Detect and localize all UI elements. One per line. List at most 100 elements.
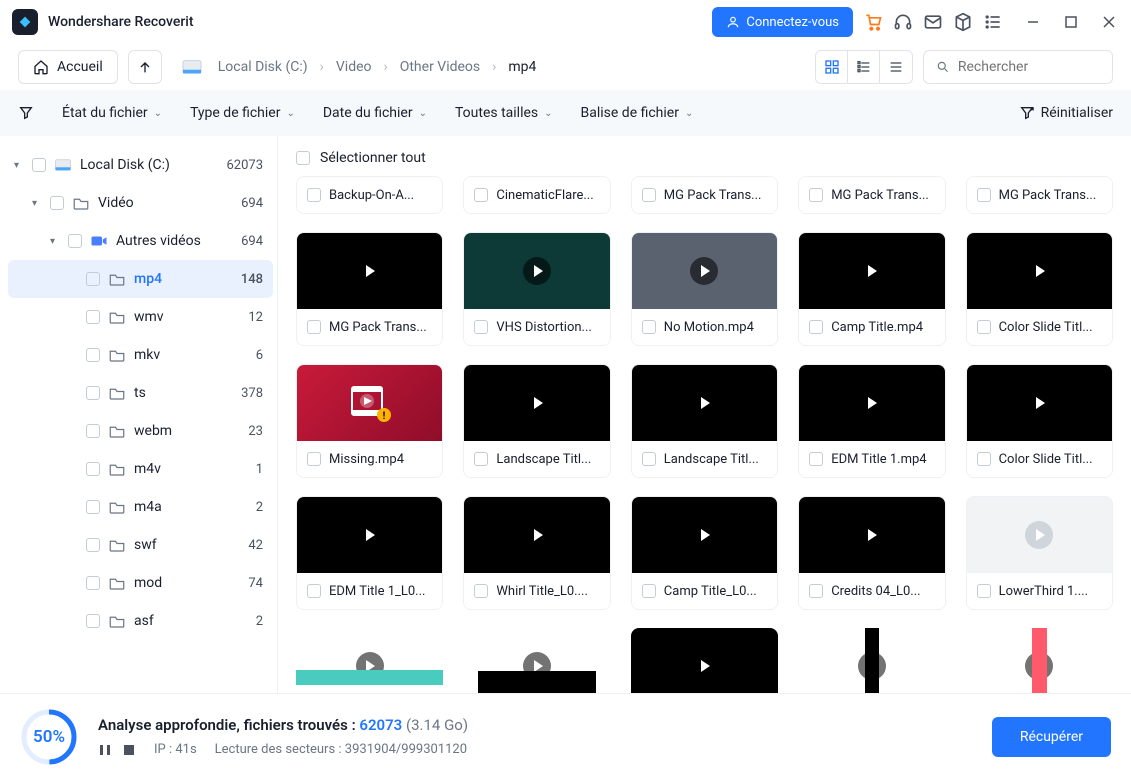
- file-item[interactable]: CinematicFlare...: [463, 176, 610, 214]
- file-item[interactable]: [798, 628, 945, 693]
- file-thumbnail[interactable]: [464, 233, 609, 309]
- play-icon[interactable]: [1025, 521, 1053, 549]
- file-item[interactable]: No Motion.mp4: [631, 232, 778, 346]
- file-thumbnail[interactable]: [631, 628, 778, 693]
- crumb-mp4[interactable]: mp4: [504, 59, 540, 75]
- file-checkbox[interactable]: [642, 452, 656, 466]
- file-item[interactable]: Camp Title.mp4: [798, 232, 945, 346]
- sidebar-item-mod[interactable]: mod74: [8, 564, 273, 602]
- file-item[interactable]: MG Pack Trans...: [296, 232, 443, 346]
- filter-all-sizes[interactable]: Toutes tailles⌄: [455, 105, 553, 121]
- tree-checkbox[interactable]: [68, 234, 82, 248]
- search-input[interactable]: [958, 59, 1100, 75]
- file-item[interactable]: Color Slide Titl...: [966, 364, 1113, 478]
- file-checkbox[interactable]: [642, 584, 656, 598]
- maximize-icon[interactable]: [1061, 12, 1081, 32]
- select-all[interactable]: Sélectionner tout: [296, 150, 1113, 166]
- file-thumbnail[interactable]: [967, 365, 1112, 441]
- file-item[interactable]: [296, 628, 443, 693]
- file-thumbnail[interactable]: [297, 497, 442, 573]
- file-item[interactable]: Backup-On-A...: [296, 176, 443, 214]
- sidebar-item-asf[interactable]: asf2: [8, 602, 273, 640]
- file-item[interactable]: Whirl Title_L0....: [463, 496, 610, 610]
- headset-icon[interactable]: [893, 12, 913, 32]
- tree-checkbox[interactable]: [86, 386, 100, 400]
- file-item[interactable]: MG Pack Trans...: [631, 176, 778, 214]
- tree-checkbox[interactable]: [86, 272, 100, 286]
- play-icon[interactable]: [356, 521, 384, 549]
- file-checkbox[interactable]: [977, 452, 991, 466]
- recover-button[interactable]: Récupérer: [992, 717, 1111, 757]
- sidebar-item-local-disk-c-[interactable]: ▾Local Disk (C:)62073: [8, 146, 273, 184]
- play-icon[interactable]: [690, 389, 718, 417]
- search-box[interactable]: [923, 50, 1113, 84]
- file-item[interactable]: Landscape Titl...: [631, 364, 778, 478]
- sidebar-item-vid-o[interactable]: ▾Vidéo694: [8, 184, 273, 222]
- file-checkbox[interactable]: [977, 320, 991, 334]
- stop-icon[interactable]: [122, 743, 136, 757]
- home-button[interactable]: Accueil: [18, 50, 118, 84]
- tree-checkbox[interactable]: [32, 158, 46, 172]
- file-thumbnail[interactable]: [798, 628, 945, 693]
- tree-checkbox[interactable]: [50, 196, 64, 210]
- file-thumbnail[interactable]: [464, 365, 609, 441]
- sidebar-item-wmv[interactable]: wmv12: [8, 298, 273, 336]
- sidebar-item-mkv[interactable]: mkv6: [8, 336, 273, 374]
- cart-icon[interactable]: [863, 12, 883, 32]
- file-thumbnail[interactable]: [966, 628, 1113, 693]
- file-thumbnail[interactable]: [297, 233, 442, 309]
- file-item[interactable]: [631, 628, 778, 693]
- select-all-checkbox[interactable]: [296, 151, 310, 165]
- file-item[interactable]: [966, 628, 1113, 693]
- file-thumbnail[interactable]: [799, 365, 944, 441]
- play-icon[interactable]: [858, 257, 886, 285]
- file-thumbnail[interactable]: [463, 628, 610, 693]
- file-checkbox[interactable]: [809, 584, 823, 598]
- crumb-disk[interactable]: Local Disk (C:): [214, 59, 312, 75]
- play-icon[interactable]: [523, 521, 551, 549]
- file-checkbox[interactable]: [307, 584, 321, 598]
- file-item[interactable]: Color Slide Titl...: [966, 232, 1113, 346]
- sidebar-item-autres-vid-os[interactable]: ▾Autres vidéos694: [8, 222, 273, 260]
- tree-checkbox[interactable]: [86, 576, 100, 590]
- connect-button[interactable]: Connectez-vous: [712, 7, 853, 37]
- file-checkbox[interactable]: [307, 188, 321, 202]
- close-icon[interactable]: [1099, 12, 1119, 32]
- play-icon[interactable]: [523, 389, 551, 417]
- file-checkbox[interactable]: [642, 188, 656, 202]
- file-checkbox[interactable]: [474, 320, 488, 334]
- play-icon[interactable]: [858, 521, 886, 549]
- tree-checkbox[interactable]: [86, 614, 100, 628]
- play-icon[interactable]: [356, 652, 384, 680]
- file-checkbox[interactable]: [977, 188, 991, 202]
- view-detail-icon[interactable]: [880, 51, 912, 83]
- pause-icon[interactable]: [98, 743, 112, 757]
- file-item[interactable]: MG Pack Trans...: [798, 176, 945, 214]
- sidebar-item-swf[interactable]: swf42: [8, 526, 273, 564]
- file-item[interactable]: EDM Title 1.mp4: [798, 364, 945, 478]
- sidebar-item-m4a[interactable]: m4a2: [8, 488, 273, 526]
- filter-file-tag[interactable]: Balise de fichier⌄: [581, 105, 694, 121]
- reset-button[interactable]: Réinitialiser: [1019, 105, 1113, 121]
- file-checkbox[interactable]: [474, 584, 488, 598]
- play-icon[interactable]: [523, 257, 551, 285]
- filter-file-date[interactable]: Date du fichier⌄: [323, 105, 427, 121]
- file-thumbnail[interactable]: [967, 497, 1112, 573]
- play-icon[interactable]: [1025, 652, 1053, 680]
- file-checkbox[interactable]: [642, 320, 656, 334]
- file-thumbnail[interactable]: [632, 233, 777, 309]
- play-icon[interactable]: [1025, 389, 1053, 417]
- file-thumbnail[interactable]: [632, 365, 777, 441]
- tree-checkbox[interactable]: [86, 500, 100, 514]
- play-icon[interactable]: [523, 652, 551, 680]
- sidebar-item-ts[interactable]: ts378: [8, 374, 273, 412]
- file-thumbnail[interactable]: [967, 233, 1112, 309]
- sidebar[interactable]: ▾Local Disk (C:)62073▾Vidéo694▾Autres vi…: [0, 136, 278, 693]
- file-thumbnail[interactable]: [799, 497, 944, 573]
- file-item[interactable]: !Missing.mp4: [296, 364, 443, 478]
- list-icon[interactable]: [983, 12, 1003, 32]
- file-checkbox[interactable]: [474, 188, 488, 202]
- file-item[interactable]: LowerThird 1....: [966, 496, 1113, 610]
- play-icon[interactable]: [858, 652, 886, 680]
- file-thumbnail[interactable]: [464, 497, 609, 573]
